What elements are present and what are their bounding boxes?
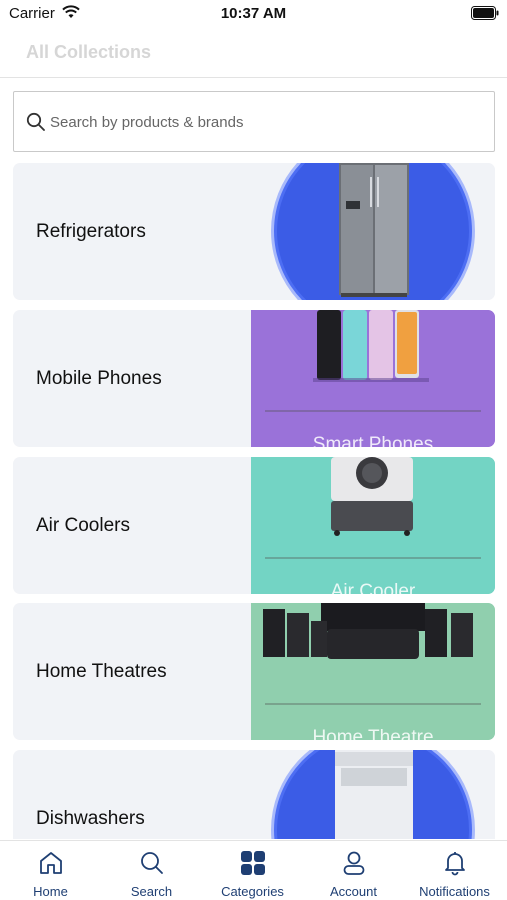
- nav-label: Search: [130, 884, 173, 899]
- status-time: 10:37 AM: [220, 5, 287, 22]
- nav-label: Account: [330, 884, 377, 899]
- collection-label: Dishwashers: [36, 808, 145, 829]
- smart-phones-banner: Smart Phones: [251, 310, 495, 447]
- nav-label: Home: [33, 884, 68, 899]
- nav-item-home[interactable]: Home: [0, 841, 101, 900]
- search-bar[interactable]: [13, 91, 495, 152]
- nav-item-notifications[interactable]: Notifications: [404, 841, 505, 900]
- home-theatre-banner: Home Theatre: [251, 603, 495, 740]
- nav-item-account[interactable]: Account: [303, 841, 404, 900]
- search-icon: [26, 112, 45, 131]
- collection-card-mobile-phones[interactable]: Mobile Phones Smart Phones: [13, 310, 495, 447]
- page-title: All Collections: [26, 42, 152, 62]
- status-bar: Carrier 10:37 AM: [0, 0, 507, 30]
- collection-label: Home Theatres: [36, 661, 167, 682]
- collection-label: Mobile Phones: [36, 368, 162, 389]
- banner-divider: [265, 703, 481, 705]
- banner-text: Home Theatre: [312, 727, 434, 740]
- collection-label: Refrigerators: [36, 221, 146, 242]
- collection-label: Air Coolers: [36, 515, 130, 536]
- dishwasher-image: [251, 750, 495, 839]
- nav-item-search[interactable]: Search: [101, 841, 202, 900]
- collections-list[interactable]: Refrigerators Mobile Phones Smart Phones…: [13, 163, 495, 839]
- nav-label: Notifications: [419, 884, 490, 899]
- collection-card-dishwashers[interactable]: Dishwashers: [13, 750, 495, 839]
- banner-divider: [265, 410, 481, 412]
- search-input[interactable]: [50, 110, 480, 134]
- banner-text: Smart Phones: [312, 434, 434, 447]
- collection-card-refrigerators[interactable]: Refrigerators: [13, 163, 495, 300]
- bottom-nav: Home Search Categories Account Notificat…: [0, 840, 507, 900]
- bell-icon: [445, 852, 465, 876]
- battery-icon: [471, 6, 499, 20]
- collection-card-air-coolers[interactable]: Air Coolers Air Cooler: [13, 457, 495, 594]
- refrigerator-image: [251, 163, 495, 300]
- grid-icon: [241, 851, 265, 875]
- nav-label: Categories: [221, 884, 284, 899]
- nav-item-categories[interactable]: Categories: [202, 841, 303, 900]
- banner-divider: [265, 557, 481, 559]
- header: All Collections: [0, 30, 507, 78]
- person-icon: [343, 851, 365, 875]
- search-icon: [141, 852, 163, 874]
- air-cooler-banner: Air Cooler: [251, 457, 495, 594]
- home-icon: [40, 852, 62, 874]
- banner-text: Air Cooler: [330, 581, 416, 594]
- collection-card-home-theatres[interactable]: Home Theatres Home Theatre: [13, 603, 495, 740]
